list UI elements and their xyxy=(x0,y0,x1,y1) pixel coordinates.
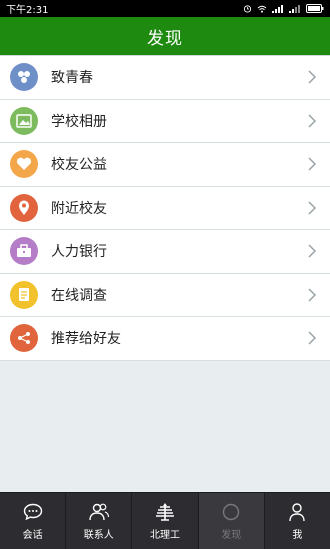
tab-label: 联系人 xyxy=(83,530,114,541)
battery-icon xyxy=(306,4,324,13)
chevron-right-icon xyxy=(308,288,317,302)
menu-item-label: 致青春 xyxy=(51,70,93,87)
menu-item-label: 在线调查 xyxy=(51,287,107,304)
menu-item-photo-album[interactable]: 学校相册 xyxy=(0,99,330,143)
chevron-right-icon xyxy=(308,201,317,215)
menu-item-nearby[interactable]: 附近校友 xyxy=(0,186,330,230)
menu-item-youth[interactable]: 致青春 xyxy=(0,56,330,100)
discover-menu: 致青春 学校相册 校友公益 附近校友 人力银行 在线调查 推荐给好友 xyxy=(0,55,330,361)
chat-icon xyxy=(22,501,44,523)
profile-icon xyxy=(286,501,308,523)
tab-label: 会话 xyxy=(22,530,43,541)
tab-contacts[interactable]: 联系人 xyxy=(66,493,133,549)
menu-item-label: 学校相册 xyxy=(51,113,107,130)
status-bar: 下午2:31 xyxy=(0,0,330,17)
menu-item-label: 推荐给好友 xyxy=(51,331,121,348)
chevron-right-icon xyxy=(308,331,317,345)
wifi-icon xyxy=(257,5,267,13)
menu-item-survey[interactable]: 在线调查 xyxy=(0,273,330,317)
tab-profile[interactable]: 我 xyxy=(265,493,330,549)
discover-icon xyxy=(220,501,242,523)
status-time: 下午2:31 xyxy=(6,5,49,16)
status-icons xyxy=(243,4,324,13)
menu-item-talent-bank[interactable]: 人力银行 xyxy=(0,230,330,274)
menu-item-recommend[interactable]: 推荐给好友 xyxy=(0,317,330,361)
tab-label: 北理工 xyxy=(150,530,180,541)
tab-chat[interactable]: 会话 xyxy=(0,493,67,549)
briefcase-icon xyxy=(10,237,38,266)
youth-icon xyxy=(10,63,38,92)
contacts-icon xyxy=(88,501,110,523)
title-bar: 发现 xyxy=(0,17,330,55)
tab-school[interactable]: 北理工 xyxy=(132,493,199,549)
tab-discover[interactable]: 发现 xyxy=(198,493,265,549)
signal-icon xyxy=(272,4,283,13)
tab-label: 发现 xyxy=(221,530,242,541)
page-title: 发现 xyxy=(147,28,183,49)
share-icon xyxy=(10,324,38,353)
menu-item-charity[interactable]: 校友公益 xyxy=(0,143,330,187)
signal-icon-2 xyxy=(289,4,300,13)
photo-album-icon xyxy=(10,106,38,135)
menu-item-label: 附近校友 xyxy=(51,200,107,217)
chevron-right-icon xyxy=(308,70,317,84)
survey-icon xyxy=(10,280,38,309)
school-logo-icon xyxy=(154,501,176,523)
location-pin-icon xyxy=(10,193,38,222)
chevron-right-icon xyxy=(308,114,317,128)
bottom-nav: 会话 联系人 北理工 发现 我 xyxy=(0,492,330,549)
heart-icon xyxy=(10,150,38,179)
chevron-right-icon xyxy=(308,244,317,258)
menu-item-label: 人力银行 xyxy=(51,244,107,261)
chevron-right-icon xyxy=(308,157,317,171)
tab-label: 我 xyxy=(292,530,303,541)
menu-item-label: 校友公益 xyxy=(51,157,107,174)
alarm-icon xyxy=(243,5,252,13)
